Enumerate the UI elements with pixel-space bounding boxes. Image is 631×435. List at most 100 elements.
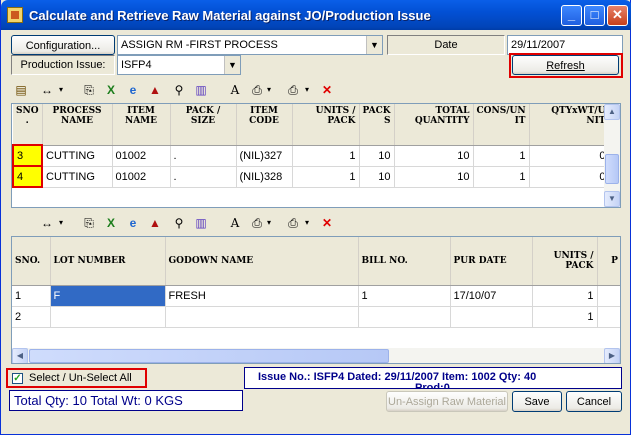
scroll-thumb[interactable]: [605, 154, 619, 184]
maximize-icon[interactable]: □: [584, 5, 605, 26]
grid1-col-item-code[interactable]: ITEM CODE: [236, 104, 293, 146]
grid2-cell-units-pack[interactable]: 1: [532, 306, 598, 328]
grid2-cell-bill-no[interactable]: [358, 306, 451, 328]
grid1-cell-cons-unit[interactable]: 1: [473, 145, 530, 167]
grid1-cell-cons-unit[interactable]: 1: [473, 166, 530, 188]
text-icon[interactable]: A: [227, 82, 243, 98]
scroll-up-icon[interactable]: ▲: [604, 104, 620, 120]
grid1-cell-sno[interactable]: 4: [12, 165, 43, 188]
configuration-button[interactable]: Configuration...: [11, 35, 115, 55]
grid1-col-sno[interactable]: SNO .: [13, 104, 43, 146]
grid1-cell-total-qty[interactable]: 10: [394, 145, 474, 167]
select-all-checkbox[interactable]: ✓: [12, 373, 23, 384]
table-row[interactable]: 3 CUTTING 01002 . (NIL)327 1 10 10 1 0: [12, 144, 610, 167]
ie-icon[interactable]: e: [125, 82, 141, 98]
chevron-down-icon[interactable]: ▾: [53, 82, 69, 98]
chevron-down-icon[interactable]: ▾: [261, 82, 277, 98]
raw-material-grid[interactable]: SNO . PROCESS NAME ITEM NAME PACK / SIZE…: [11, 103, 621, 208]
grid1-cell-item[interactable]: 01002: [112, 145, 171, 167]
chart-icon[interactable]: ▥: [193, 82, 209, 98]
grid2-col-godown-name[interactable]: GODOWN NAME: [165, 237, 359, 286]
grid1-cell-qty-wt[interactable]: 0: [529, 145, 610, 167]
grid1-cell-units-pack[interactable]: 1: [292, 166, 360, 188]
grid2-cell-sno[interactable]: 1: [12, 285, 51, 307]
grid1-col-units-pack[interactable]: UNITS / PACK: [292, 104, 360, 146]
lot-detail-grid[interactable]: SNO. LOT NUMBER GODOWN NAME BILL NO. PUR…: [11, 236, 621, 364]
delete-icon[interactable]: ✕: [319, 215, 335, 231]
grid1-cell-qty-wt[interactable]: 0: [529, 166, 610, 188]
grid2-col-p[interactable]: P: [597, 237, 620, 286]
grid1-cell-process[interactable]: CUTTING: [42, 145, 113, 167]
grid1-col-packs[interactable]: PACK S: [359, 104, 395, 146]
date-field[interactable]: 29/11/2007: [507, 35, 623, 55]
find-icon[interactable]: ⚲: [171, 215, 187, 231]
move-up-icon[interactable]: ▲: [147, 82, 163, 98]
grid1-cell-packs[interactable]: 10: [359, 166, 395, 188]
chevron-down-icon[interactable]: ▾: [261, 215, 277, 231]
unassign-raw-material-button[interactable]: Un-Assign Raw Material: [386, 391, 508, 412]
scroll-right-icon[interactable]: ▶: [604, 348, 620, 363]
grid2-cell-sno[interactable]: 2: [12, 306, 51, 328]
save-button[interactable]: Save: [512, 391, 562, 412]
scroll-thumb[interactable]: [29, 349, 389, 363]
grid2-cell-p[interactable]: [597, 285, 620, 307]
grid1-cell-packs[interactable]: 10: [359, 145, 395, 167]
move-up-icon[interactable]: ▲: [147, 215, 163, 231]
select-all-container[interactable]: ✓ Select / Un-Select All: [6, 368, 147, 388]
grid1-cell-total-qty[interactable]: 10: [394, 166, 474, 188]
grid2-col-bill-no[interactable]: BILL NO.: [358, 237, 451, 286]
grid1-cell-pack-size[interactable]: .: [170, 145, 237, 167]
copy-icon[interactable]: ⎘: [81, 215, 97, 231]
scroll-down-icon[interactable]: ▼: [604, 191, 620, 207]
grid2-cell-units-pack[interactable]: 1: [532, 285, 598, 307]
grid2-cell-godown[interactable]: FRESH: [165, 285, 359, 307]
grid1-cell-item-code[interactable]: (NIL)327: [236, 145, 293, 167]
chevron-down-icon[interactable]: ▾: [299, 215, 315, 231]
grid1-vertical-scrollbar[interactable]: ▲ ▼: [604, 104, 620, 207]
close-icon[interactable]: ✕: [607, 5, 628, 26]
grid2-cell-lot-number[interactable]: F: [50, 285, 166, 307]
title-bar[interactable]: Calculate and Retrieve Raw Material agai…: [1, 0, 631, 30]
table-row[interactable]: 1 F FRESH 1 17/10/07 1: [12, 285, 620, 307]
copy-icon[interactable]: ⎘: [81, 82, 97, 98]
grid2-cell-pur-date[interactable]: [450, 306, 533, 328]
scroll-left-icon[interactable]: ◀: [12, 348, 28, 363]
grid1-col-total-quantity[interactable]: TOTAL QUANTITY: [394, 104, 474, 146]
excel-icon[interactable]: X: [103, 215, 119, 231]
chevron-down-icon[interactable]: ▾: [299, 82, 315, 98]
grid1-col-qty-wt-unit[interactable]: QTYxWT/U NIT: [529, 104, 610, 146]
grid1-cell-units-pack[interactable]: 1: [292, 145, 360, 167]
grid2-col-lot-number[interactable]: LOT NUMBER: [50, 237, 166, 286]
grid1-cell-sno[interactable]: 3: [12, 144, 43, 167]
grid1-col-pack-size[interactable]: PACK / SIZE: [170, 104, 237, 146]
grid2-cell-lot-number[interactable]: [50, 306, 166, 328]
chart-icon[interactable]: ▥: [193, 215, 209, 231]
layout-icon[interactable]: ▤: [13, 82, 29, 98]
grid1-cell-pack-size[interactable]: .: [170, 166, 237, 188]
delete-icon[interactable]: ✕: [319, 82, 335, 98]
grid1-col-cons-unit[interactable]: CONS/UN IT: [473, 104, 530, 146]
chevron-down-icon[interactable]: ▾: [53, 215, 69, 231]
find-icon[interactable]: ⚲: [171, 82, 187, 98]
minimize-icon[interactable]: _: [561, 5, 582, 26]
grid2-col-pur-date[interactable]: PUR DATE: [450, 237, 533, 286]
grid2-horizontal-scrollbar[interactable]: ◀ ▶: [12, 348, 620, 363]
grid1-col-item-name[interactable]: ITEM NAME: [112, 104, 171, 146]
grid1-cell-item[interactable]: 01002: [112, 166, 171, 188]
grid2-col-sno[interactable]: SNO.: [12, 237, 51, 286]
grid1-col-process-name[interactable]: PROCESS NAME: [42, 104, 113, 146]
grid1-cell-process[interactable]: CUTTING: [42, 166, 113, 188]
grid2-cell-pur-date[interactable]: 17/10/07: [450, 285, 533, 307]
chevron-down-icon[interactable]: ▼: [366, 36, 382, 54]
ie-icon[interactable]: e: [125, 215, 141, 231]
text-icon[interactable]: A: [227, 215, 243, 231]
production-issue-combo[interactable]: ISFP4 ▼: [117, 55, 241, 75]
grid2-cell-bill-no[interactable]: 1: [358, 285, 451, 307]
cancel-button[interactable]: Cancel: [566, 391, 622, 412]
grid2-cell-p[interactable]: [597, 306, 620, 328]
table-row[interactable]: 2 1: [12, 306, 620, 328]
table-row[interactable]: 4 CUTTING 01002 . (NIL)328 1 10 10 1 0: [12, 165, 610, 188]
grid1-cell-item-code[interactable]: (NIL)328: [236, 166, 293, 188]
chevron-down-icon[interactable]: ▼: [224, 56, 240, 74]
excel-icon[interactable]: X: [103, 82, 119, 98]
